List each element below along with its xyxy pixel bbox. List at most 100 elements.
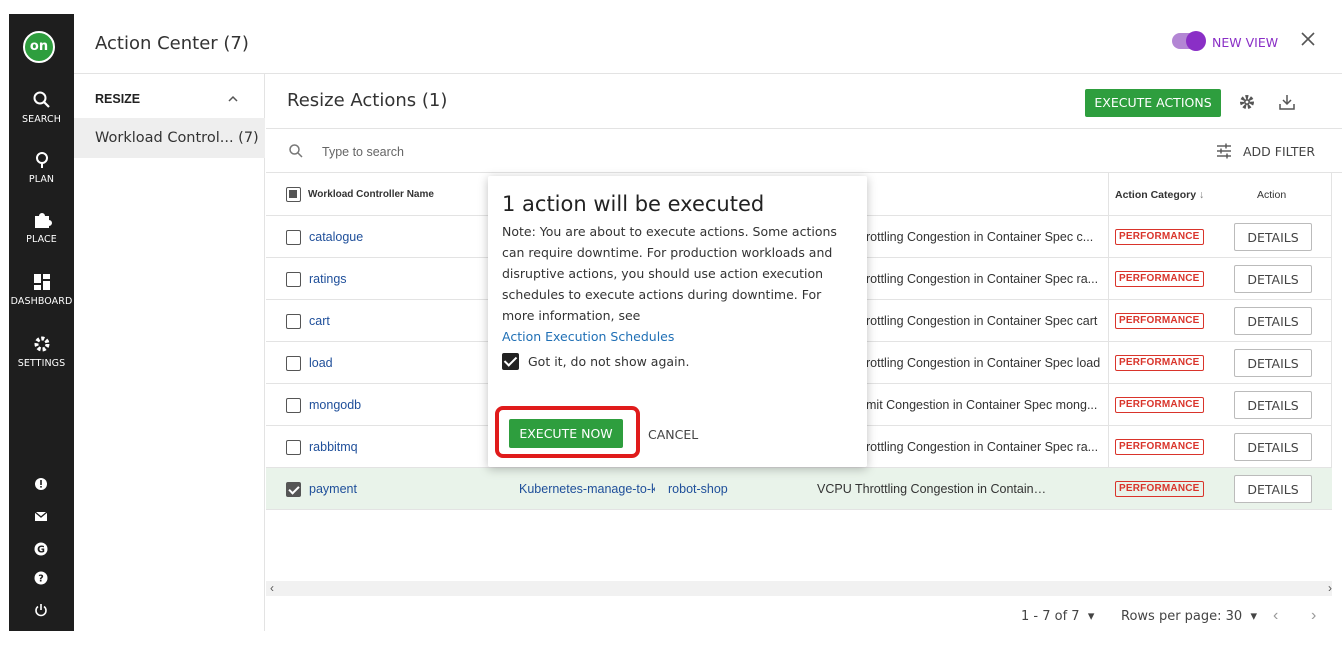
page-title: Action Center (7) [95, 33, 249, 54]
horizontal-scrollbar[interactable]: ‹ › [266, 581, 1332, 596]
app-root: on SEARCH PLAN PLACE DASHBOARD SETTINGS … [0, 0, 1342, 646]
logo[interactable]: on [23, 31, 55, 63]
rows-per-page[interactable]: Rows per page: 30 ▾ [1121, 609, 1257, 624]
download-icon[interactable] [1278, 93, 1296, 111]
sidebar-item-label: Workload Control... (7) [95, 130, 259, 146]
cell-namespace[interactable]: robot-shop [668, 482, 728, 496]
cancel-button[interactable]: CANCEL [648, 427, 698, 442]
details-button[interactable]: DETAILS [1234, 223, 1312, 251]
nav-search[interactable]: SEARCH [9, 90, 74, 125]
filter-icon[interactable] [1215, 142, 1233, 160]
search-input[interactable] [322, 142, 622, 162]
row-checkbox[interactable] [286, 398, 301, 413]
sidebar-item-workload-controller[interactable]: Workload Control... (7) [74, 118, 265, 158]
cell-workload-name[interactable]: payment [309, 482, 357, 496]
col-header-action: Action [1257, 189, 1287, 201]
sidebar-section-resize[interactable]: RESIZE [95, 92, 140, 106]
col-header-name[interactable]: Workload Controller Name [308, 189, 434, 200]
cell-details: rottling Congestion in Container Spec lo… [866, 356, 1101, 370]
dialog-note-text: Note: You are about to execute actions. … [502, 224, 837, 323]
details-button[interactable]: DETAILS [1234, 349, 1312, 377]
nav-plan-label: PLAN [28, 174, 55, 185]
prev-page-icon[interactable]: ‹ [1273, 607, 1278, 625]
new-view-label[interactable]: NEW VIEW [1212, 35, 1278, 50]
nav-dashboard-label: DASHBOARD [10, 296, 73, 307]
row-checkbox[interactable] [286, 314, 301, 329]
cell-workload-name[interactable]: rabbitmq [309, 440, 358, 454]
dashboard-icon [33, 274, 50, 290]
help-icon[interactable]: ? [33, 570, 49, 586]
nav-settings[interactable]: SETTINGS [9, 334, 74, 369]
row-checkbox[interactable] [286, 230, 301, 245]
do-not-show-again-label: Got it, do not show again. [528, 354, 690, 369]
search-icon [289, 144, 303, 158]
google-icon[interactable]: G [33, 541, 49, 557]
settings-gear-icon[interactable] [1238, 93, 1256, 111]
search-divider [266, 172, 1342, 173]
toggle-knob [1186, 31, 1206, 51]
alert-icon[interactable] [33, 476, 49, 492]
nav-settings-label: SETTINGS [17, 358, 66, 369]
chevron-up-icon[interactable] [226, 92, 240, 106]
new-view-toggle[interactable] [1172, 31, 1206, 51]
rows-per-page-label: Rows per page: 30 [1121, 609, 1243, 624]
category-badge: PERFORMANCE [1115, 271, 1204, 287]
execute-confirm-dialog: 1 action will be executed Note: You are … [488, 176, 867, 467]
cell-details: rottling Congestion in Container Spec ra… [866, 440, 1099, 454]
cell-details: rottling Congestion in Container Spec ca… [866, 314, 1098, 328]
do-not-show-again-checkbox[interactable] [502, 353, 519, 370]
execute-actions-button[interactable]: EXECUTE ACTIONS [1085, 89, 1221, 117]
pager-dropdown-icon: ▾ [1087, 609, 1095, 624]
next-page-icon[interactable]: › [1311, 607, 1316, 625]
category-badge: PERFORMANCE [1115, 229, 1204, 245]
scroll-left-icon[interactable]: ‹ [270, 581, 274, 595]
cell-workload-name[interactable]: cart [309, 314, 330, 328]
dialog-note: Note: You are about to execute actions. … [502, 221, 857, 347]
table-row[interactable]: payment Kubernetes-manage-to-k robot-shop V… [266, 468, 1332, 510]
category-badge: PERFORMANCE [1115, 355, 1204, 371]
title-divider [266, 128, 1342, 129]
category-badge: PERFORMANCE [1115, 481, 1204, 497]
select-all-checkbox[interactable] [286, 187, 301, 202]
action-execution-schedules-link[interactable]: Action Execution Schedules [502, 329, 674, 344]
details-button[interactable]: DETAILS [1234, 391, 1312, 419]
row-checkbox[interactable] [286, 440, 301, 455]
close-icon[interactable] [1299, 30, 1317, 48]
details-button[interactable]: DETAILS [1234, 475, 1312, 503]
rows-dropdown-icon: ▾ [1250, 609, 1257, 624]
resize-actions-title: Resize Actions (1) [287, 90, 448, 111]
row-checkbox[interactable] [286, 272, 301, 287]
puzzle-icon [34, 213, 52, 228]
pager-label: 1 - 7 of 7 [1021, 609, 1080, 624]
nav-dashboard[interactable]: DASHBOARD [9, 272, 74, 307]
cell-workload-name[interactable]: load [309, 356, 333, 370]
mail-icon[interactable] [33, 508, 49, 524]
nav-search-label: SEARCH [21, 114, 62, 125]
category-badge: PERFORMANCE [1115, 439, 1204, 455]
details-button[interactable]: DETAILS [1234, 265, 1312, 293]
details-button[interactable]: DETAILS [1234, 433, 1312, 461]
nav-plan[interactable]: PLAN [9, 150, 74, 185]
cell-workload-name[interactable]: ratings [309, 272, 347, 286]
col-header-category[interactable]: Action Category ↓ [1115, 189, 1204, 201]
nav-place[interactable]: PLACE [9, 210, 74, 245]
cell-controller[interactable]: Kubernetes-manage-to-k [519, 482, 655, 496]
details-button[interactable]: DETAILS [1234, 307, 1312, 335]
cell-details: VCPU Throttling Congestion in Container … [817, 482, 1053, 496]
dialog-title: 1 action will be executed [502, 192, 765, 216]
row-checkbox[interactable] [286, 356, 301, 371]
cell-details: rottling Congestion in Container Spec c.… [866, 230, 1094, 244]
lightbulb-icon [35, 152, 48, 168]
svg-text:G: G [37, 545, 45, 556]
row-checkbox[interactable] [286, 482, 301, 497]
execute-now-button[interactable]: EXECUTE NOW [509, 419, 623, 448]
pager[interactable]: 1 - 7 of 7 ▾ [1021, 609, 1094, 624]
scroll-right-icon[interactable]: › [1328, 581, 1332, 595]
search-icon [33, 91, 50, 108]
cell-workload-name[interactable]: mongodb [309, 398, 361, 412]
cell-workload-name[interactable]: catalogue [309, 230, 363, 244]
add-filter-button[interactable]: ADD FILTER [1243, 144, 1315, 159]
power-icon[interactable] [33, 602, 49, 618]
cell-details: mit Congestion in Container Spec mong... [866, 398, 1098, 412]
category-badge: PERFORMANCE [1115, 397, 1204, 413]
